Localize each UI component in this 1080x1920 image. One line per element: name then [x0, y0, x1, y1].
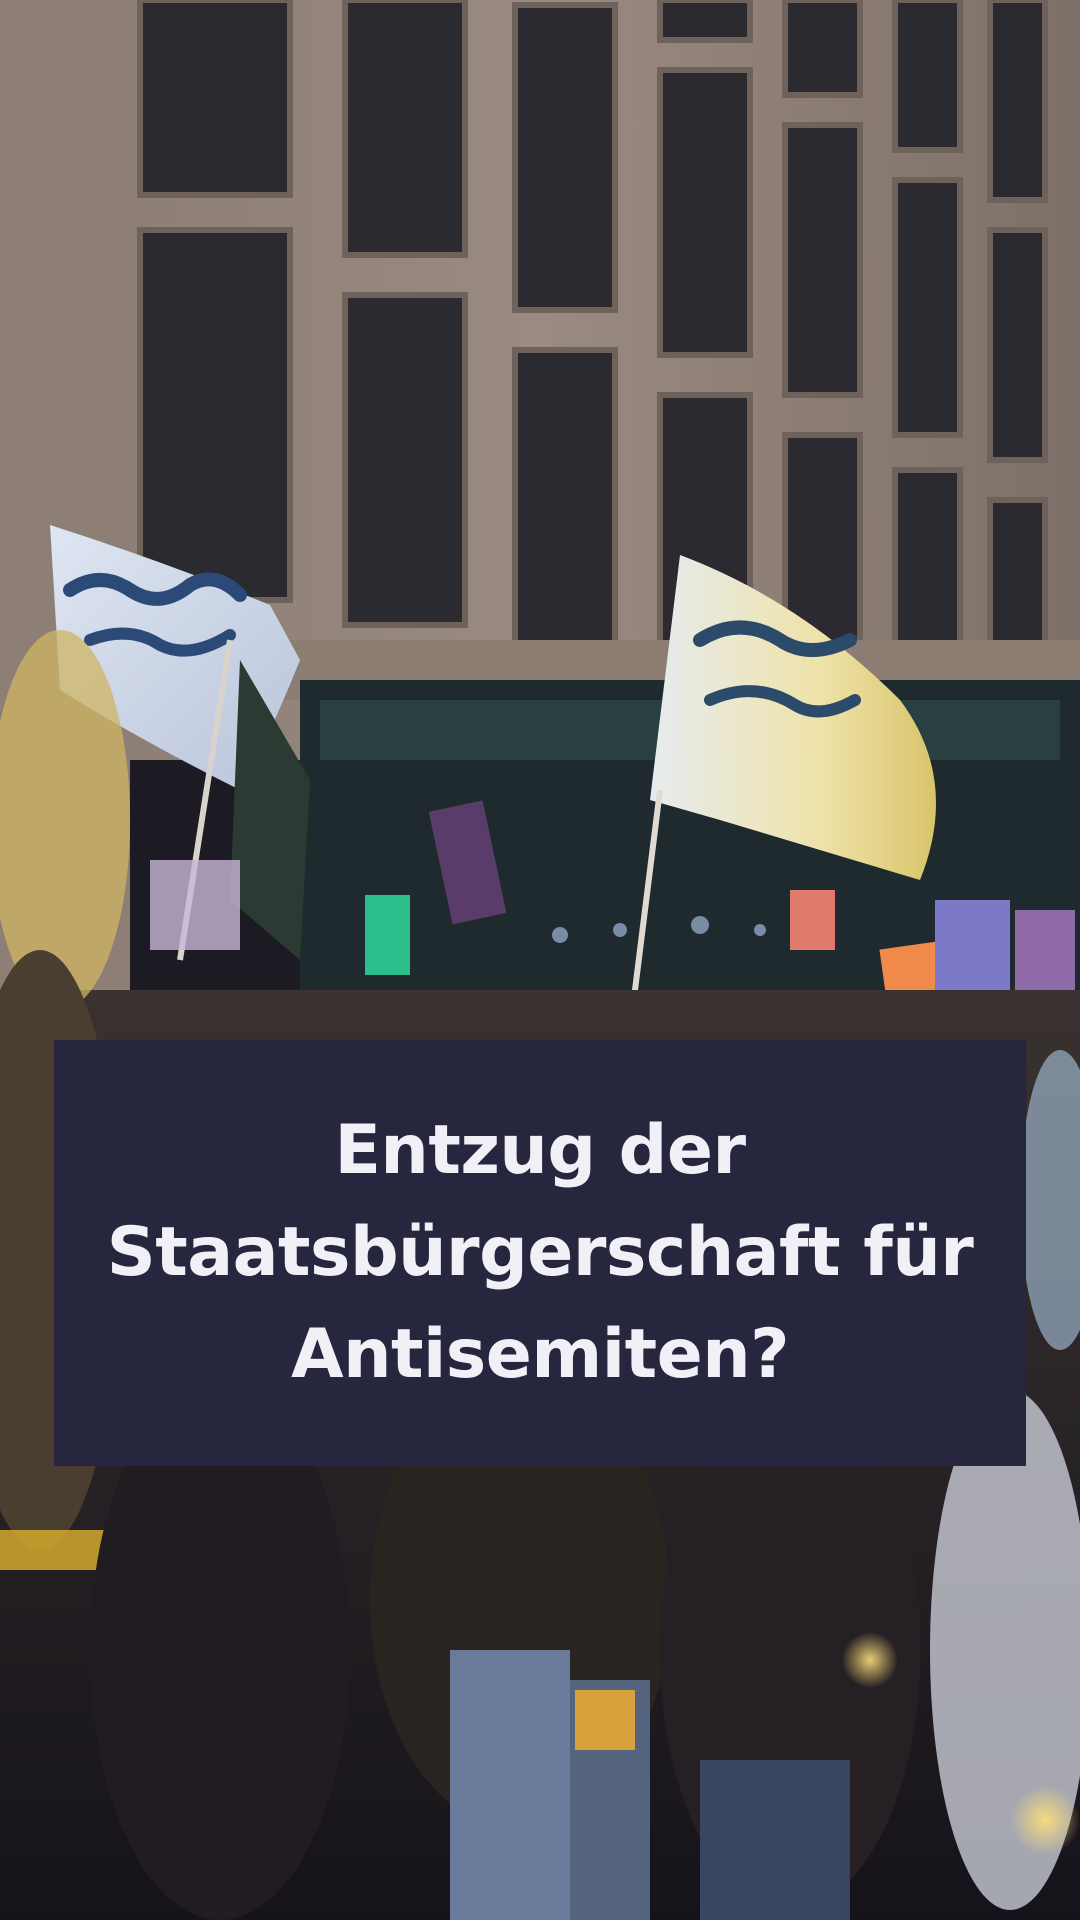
protest-photo [0, 0, 1080, 1920]
headline-line-2: Staatsbürgerschaft für [106, 1213, 974, 1292]
headline-line-1: Entzug der [334, 1111, 746, 1190]
headline-line-3: Antisemiten? [290, 1315, 790, 1394]
headline-caption: Entzug der Staatsbürgerschaft für Antise… [107, 1100, 974, 1406]
video-frame: Entzug der Staatsbürgerschaft für Antise… [0, 0, 1080, 1920]
headline-caption-box: Entzug der Staatsbürgerschaft für Antise… [54, 1040, 1026, 1466]
